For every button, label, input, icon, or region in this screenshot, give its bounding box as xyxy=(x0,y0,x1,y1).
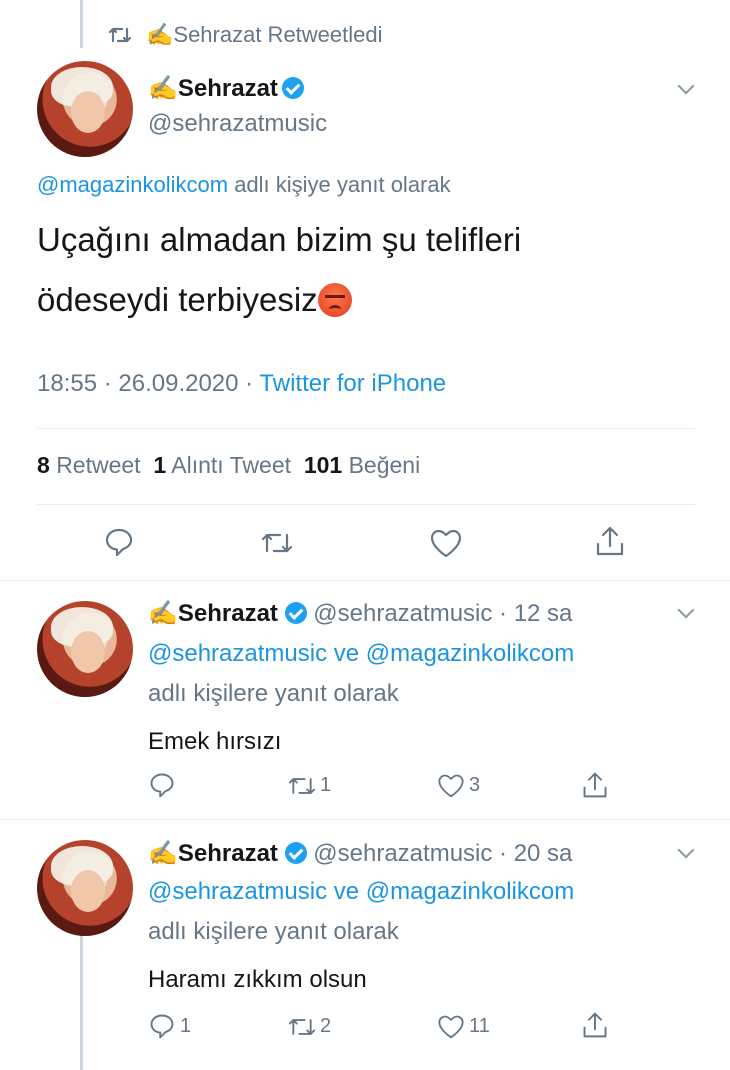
thread-line-top xyxy=(80,0,83,48)
tweet-time[interactable]: 18:55 · 26.09.2020 · xyxy=(37,370,259,397)
verified-badge-icon xyxy=(284,842,307,864)
handle-time[interactable]: @sehrazatmusic · 12 sa xyxy=(313,600,572,627)
tweet-text-line-1: Uçağını almadan bizim şu telifleri xyxy=(37,221,522,258)
verified-badge-icon xyxy=(282,77,305,99)
reply-icon[interactable] xyxy=(148,1012,176,1040)
reply-text: Emek hırsızı xyxy=(148,728,282,755)
author-name[interactable]: ✍Sehrazat xyxy=(148,75,278,102)
retweet-count: 1 xyxy=(320,774,332,796)
reply-handles[interactable]: @sehrazatmusic ve @magazinkolikcom xyxy=(148,878,574,906)
retweet-banner: ✍Sehrazat Retweetledi xyxy=(146,22,383,47)
author-name[interactable]: ✍Sehrazat xyxy=(148,840,278,867)
reply-header: ✍Sehrazat @sehrazatmusic · 12 sa xyxy=(148,599,572,628)
reply-handles[interactable]: @sehrazatmusic ve @magazinkolikcom xyxy=(148,640,574,668)
chevron-down-icon[interactable] xyxy=(677,601,695,619)
share-icon[interactable] xyxy=(581,1010,609,1040)
retweet-icon[interactable] xyxy=(259,528,295,558)
reply-suffix: adlı kişilere yanıt olarak xyxy=(148,918,399,945)
author-handle[interactable]: @sehrazatmusic xyxy=(148,110,327,138)
reply-icon[interactable] xyxy=(103,526,135,558)
avatar[interactable] xyxy=(37,601,133,697)
like-icon[interactable] xyxy=(428,527,464,559)
reply-text: Haramı zıkkım olsun xyxy=(148,966,367,993)
tweet-source[interactable]: Twitter for iPhone xyxy=(259,370,446,397)
like-count: 11 xyxy=(469,1015,490,1037)
author-name[interactable]: ✍Sehrazat xyxy=(148,600,278,627)
chevron-down-icon[interactable] xyxy=(677,77,695,95)
angry-face-emoji-icon xyxy=(317,283,352,317)
handle-time[interactable]: @sehrazatmusic · 20 sa xyxy=(313,840,572,867)
retweet-icon[interactable] xyxy=(286,773,318,799)
reply-header: ✍Sehrazat @sehrazatmusic · 20 sa xyxy=(148,839,572,868)
reply-suffix: adlı kişilere yanıt olarak xyxy=(148,680,399,707)
divider xyxy=(37,504,695,505)
divider xyxy=(0,819,730,820)
like-count: 3 xyxy=(469,774,481,796)
quotes-stat[interactable]: 1 Alıntı Tweet xyxy=(153,452,291,478)
like-icon[interactable] xyxy=(436,772,466,799)
tweet-text-line-2-wrap: ödeseydi terbiyesiz xyxy=(37,281,352,319)
reply-to-suffix: adlı kişiye yanıt olarak xyxy=(234,172,451,197)
thread-line-bottom xyxy=(80,935,83,1070)
verified-badge-icon xyxy=(284,602,307,624)
retweet-count: 2 xyxy=(320,1015,332,1037)
avatar[interactable] xyxy=(37,840,133,936)
like-icon[interactable] xyxy=(436,1013,466,1040)
likes-stat[interactable]: 101 Beğeni xyxy=(304,452,420,478)
chevron-down-icon[interactable] xyxy=(677,841,695,859)
retweet-icon[interactable] xyxy=(286,1014,318,1040)
share-icon[interactable] xyxy=(581,770,609,800)
retweet-icon xyxy=(108,27,132,43)
retweets-stat[interactable]: 8 Retweet xyxy=(37,452,141,478)
reply-count: 1 xyxy=(180,1015,192,1037)
divider xyxy=(0,580,730,581)
tweet-stats: 8 Retweet 1 Alıntı Tweet 101 Beğeni xyxy=(37,452,420,479)
avatar[interactable] xyxy=(37,61,133,157)
tweet-timestamp: 18:55 · 26.09.2020 · Twitter for iPhone xyxy=(37,370,446,398)
tweet-text-line-2: ödeseydi terbiyesiz xyxy=(37,281,318,318)
share-icon[interactable] xyxy=(594,524,626,558)
reply-icon[interactable] xyxy=(148,771,176,799)
reply-context: @magazinkolikcom adlı kişiye yanıt olara… xyxy=(37,172,451,198)
divider xyxy=(37,428,695,429)
reply-to-link[interactable]: @magazinkolikcom xyxy=(37,172,228,197)
